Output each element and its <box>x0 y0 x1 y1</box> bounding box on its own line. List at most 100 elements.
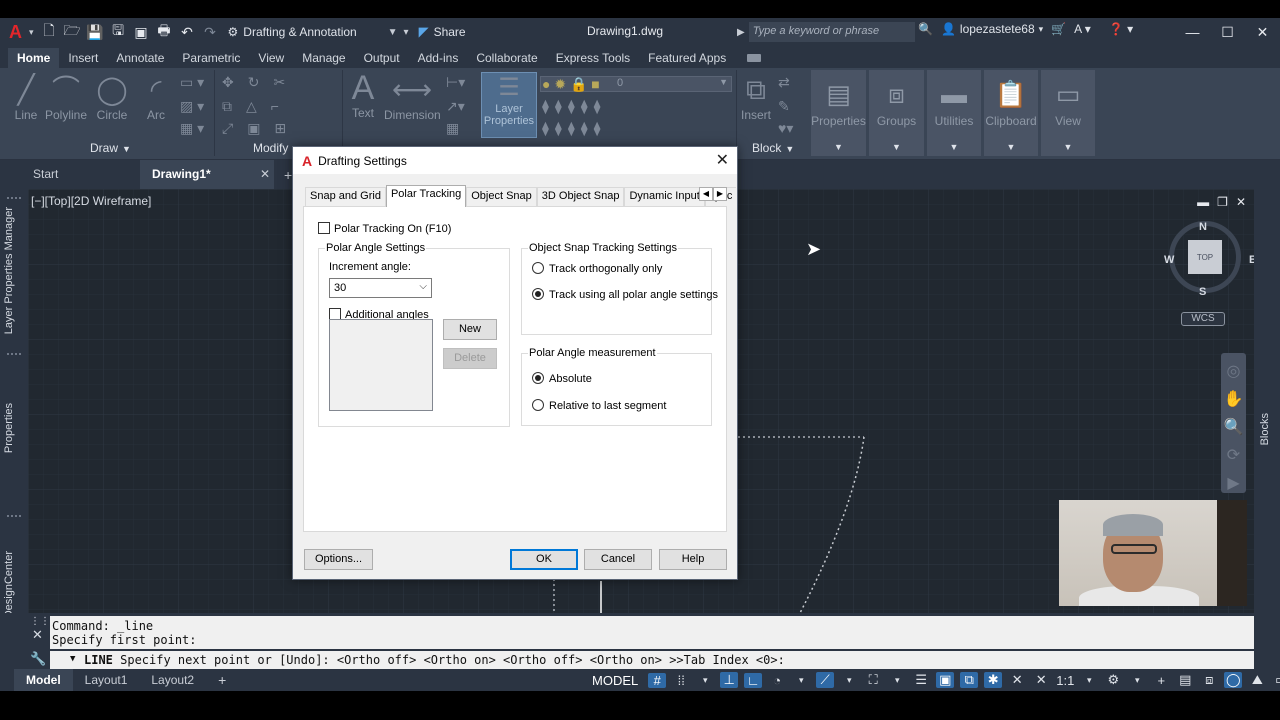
draw-panel-label[interactable]: Draw ▼ <box>90 141 131 155</box>
pan-icon[interactable]: ✋ <box>1221 389 1246 409</box>
palette-grip[interactable] <box>7 197 21 203</box>
radio-button-selected[interactable] <box>532 372 544 384</box>
chevron-down-icon[interactable]: ▾ <box>840 675 858 686</box>
modify-row-2[interactable]: ⧉△⌐ <box>222 98 293 115</box>
grid-icon[interactable]: # <box>648 672 667 688</box>
ribbon-tab-addins[interactable]: Add-ins <box>409 48 468 68</box>
block-attr-icon[interactable]: ♥▾ <box>778 120 793 137</box>
file-tab-drawing1[interactable]: Drawing1* ✕ <box>140 160 274 189</box>
table-icon[interactable]: ▦ <box>446 120 459 137</box>
layout-tab-layout1[interactable]: Layout1 <box>73 669 140 691</box>
edit-block-icon[interactable]: ✎ <box>778 98 790 115</box>
absolute-radio[interactable]: Absolute <box>532 372 592 385</box>
save-icon[interactable]: 💾 <box>84 21 107 43</box>
orbit-icon[interactable]: ⟳ <box>1221 445 1246 465</box>
boundary-icon[interactable]: ▦ ▾ <box>180 120 204 137</box>
undo-icon[interactable]: ↶ <box>176 21 199 43</box>
open-folder-icon[interactable]: 🗁 <box>61 21 84 43</box>
annotation-scale-value[interactable]: 1:1 <box>1056 673 1074 688</box>
clipboard-panel[interactable]: 📋 Clipboard ▼ <box>984 70 1038 156</box>
layer-tools-row-2[interactable]: ⧫⧫⧫⧫⧫ <box>542 120 607 137</box>
steering-wheel-icon[interactable]: ◎ <box>1221 361 1246 381</box>
checkbox-box[interactable] <box>318 222 330 234</box>
cancel-button[interactable]: Cancel <box>584 549 652 570</box>
redo-icon[interactable]: ↷ <box>199 21 222 43</box>
modify-panel-label[interactable]: Modify <box>253 141 288 155</box>
infer-constraints-icon[interactable]: ⊥ <box>720 672 739 688</box>
quick-properties-icon[interactable]: ▤ <box>1176 672 1194 688</box>
layout-tab-model[interactable]: Model <box>14 669 73 691</box>
radio-button[interactable] <box>532 262 544 274</box>
layer-state-icons[interactable]: ● ✹ 🔒 ■ <box>542 76 600 93</box>
ribbon-tab-annotate[interactable]: Annotate <box>107 48 173 68</box>
selection-cycling-icon[interactable]: ⧉ <box>960 672 979 688</box>
chevron-right-icon[interactable]: ▶ <box>737 27 745 38</box>
block-panel-label[interactable]: Block ▼ <box>752 141 794 155</box>
object-snap-tracking-icon[interactable]: ⛶ <box>864 672 882 688</box>
clean-screen-icon[interactable]: ▭ <box>1272 672 1280 688</box>
workspace-gear-icon[interactable]: ⚙ <box>1104 672 1122 688</box>
groups-panel[interactable]: ⧈ Groups ▼ <box>869 70 924 156</box>
polar-tracking-icon[interactable]: ◔ <box>768 673 786 688</box>
close-tab-icon[interactable]: ✕ <box>260 160 270 189</box>
lineweight-icon[interactable]: ☰ <box>912 672 930 688</box>
relative-radio[interactable]: Relative to last segment <box>532 399 666 412</box>
viewport-close-icon[interactable]: ✕ <box>1236 195 1246 209</box>
new-layout-icon[interactable]: + <box>206 669 238 691</box>
increment-angle-dropdown[interactable]: 30 ⌵ <box>329 278 432 298</box>
view-panel[interactable]: ▭ View ▼ <box>1041 70 1095 156</box>
tab-scroll-left-icon[interactable]: ◀ <box>699 187 713 201</box>
compass-east[interactable]: E <box>1249 254 1254 266</box>
layer-tools-row-1[interactable]: ⧫⧫⧫⧫⧫ <box>542 98 607 115</box>
options-button[interactable]: Options... <box>304 549 373 570</box>
ortho-icon[interactable]: ∟ <box>744 672 763 688</box>
ok-button[interactable]: OK <box>510 549 578 570</box>
delete-angle-button[interactable]: Delete <box>443 348 497 369</box>
workspace-switcher[interactable]: ⚙ Drafting & Annotation ▼ <box>228 25 398 39</box>
layer-properties-button[interactable]: ☰ Layer Properties <box>481 72 537 138</box>
chevron-down-icon[interactable]: ▾ <box>696 675 714 686</box>
command-close-icon[interactable]: ✕ <box>32 627 43 643</box>
plus-crosshair-icon[interactable]: + <box>1152 673 1170 688</box>
properties-palette[interactable]: Properties <box>3 403 15 453</box>
minimize-icon[interactable]: — <box>1175 18 1210 46</box>
maximize-icon[interactable]: ☐ <box>1210 18 1245 46</box>
track-polar-radio[interactable]: Track using all polar angle settings <box>532 288 718 301</box>
model-space-toggle[interactable]: MODEL <box>592 673 638 688</box>
tab-dynamic-input[interactable]: Dynamic Input <box>624 187 705 206</box>
linear-dim-icon[interactable]: ⊢▾ <box>446 74 465 91</box>
tab-polar-tracking[interactable]: Polar Tracking <box>385 185 467 207</box>
layer-properties-manager-palette[interactable]: Layer Properties Manager <box>3 207 15 334</box>
ribbon-tab-parametric[interactable]: Parametric <box>173 48 249 68</box>
app-menu-arrow-icon[interactable]: ▾ <box>29 27 34 38</box>
viewcube-top-face[interactable]: TOP <box>1188 240 1222 274</box>
text-tool[interactable]: A Text <box>346 70 380 120</box>
ribbon-minimize-toggle[interactable] <box>747 54 762 62</box>
compass-south[interactable]: S <box>1199 286 1206 298</box>
file-tab-start[interactable]: Start <box>0 160 140 189</box>
compass-west[interactable]: W <box>1164 254 1174 266</box>
plot-icon[interactable]: 🖶 <box>153 21 176 43</box>
showmotion-icon[interactable]: ▶ <box>1221 473 1246 493</box>
annotation-scale-icon[interactable]: ✕ <box>1032 672 1050 688</box>
dialog-close-icon[interactable]: ✕ <box>716 150 729 170</box>
tab-scroll-right-icon[interactable]: ▶ <box>713 187 727 201</box>
compass-north[interactable]: N <box>1199 221 1207 233</box>
user-account[interactable]: 👤 lopezastete68 ▾ <box>941 22 1043 36</box>
additional-angles-list[interactable] <box>329 319 433 411</box>
search-icon[interactable]: 🔍 <box>918 22 933 36</box>
help-icon[interactable]: ❓ ▾ <box>1109 22 1133 36</box>
graphics-performance-icon[interactable]: ⛰ <box>1248 672 1266 688</box>
command-input[interactable]: ▼ LINE Specify next point or [Undo]: <Or… <box>50 651 1254 669</box>
viewport-restore-icon[interactable]: ❐ <box>1217 195 1228 209</box>
palette-grip[interactable] <box>7 353 21 359</box>
insert-block-button[interactable]: ⧉ Insert <box>738 72 774 122</box>
close-icon[interactable]: ✕ <box>1245 18 1280 46</box>
snap-icon[interactable]: ⁞⁞ <box>672 673 690 688</box>
help-button[interactable]: Help <box>659 549 727 570</box>
customize-qat-icon[interactable]: ▾ <box>404 27 409 38</box>
ribbon-tab-output[interactable]: Output <box>355 48 409 68</box>
recent-commands-icon[interactable]: ▼ <box>70 652 75 666</box>
command-grip-icon[interactable]: ⋮⋮ <box>30 616 50 627</box>
ribbon-tab-home[interactable]: Home <box>8 48 60 68</box>
